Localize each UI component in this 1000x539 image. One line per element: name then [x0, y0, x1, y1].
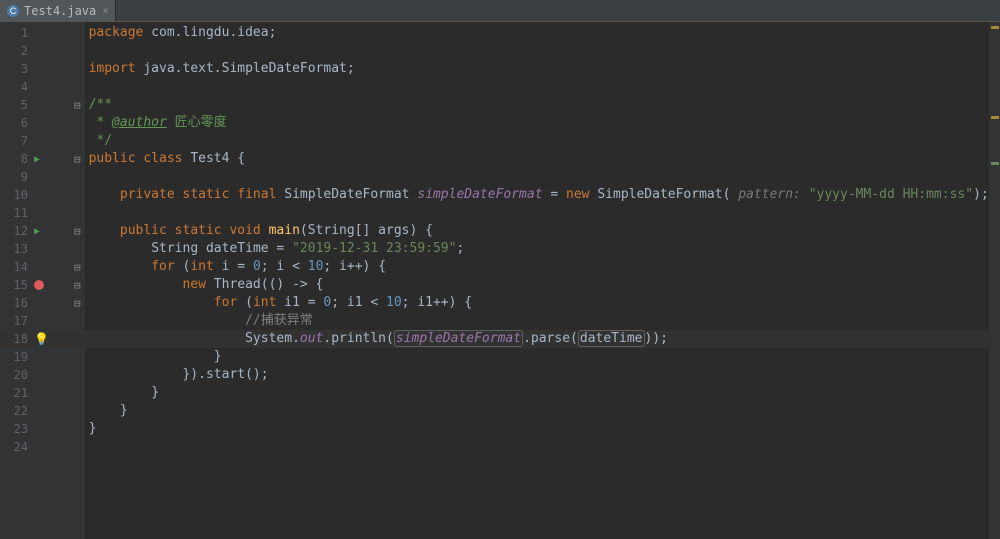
tab-bar: C Test4.java × — [0, 0, 1000, 22]
line-number: 16 — [0, 296, 28, 310]
line-number: 20 — [0, 368, 28, 382]
line-number: 15 — [0, 278, 28, 292]
code-line — [85, 42, 989, 60]
close-icon[interactable]: × — [102, 4, 109, 17]
code-editor[interactable]: 1 2 3 4 5 ⊟ 6 7 8 ▶ ⊟ 9 10 11 12 ▶ ⊟ 13 14 ⊟ 1… — [0, 22, 1000, 539]
code-area[interactable]: package com.lingdu.idea; import java.tex… — [85, 22, 989, 539]
line-number: 22 — [0, 404, 28, 418]
stripe-warning-icon[interactable] — [991, 26, 999, 29]
fold-icon[interactable]: ⊟ — [74, 225, 81, 238]
line-number: 1 — [0, 26, 28, 40]
code-line-highlighted: System.out.println(simpleDateFormat.pars… — [85, 330, 989, 348]
breakpoint-icon[interactable] — [34, 280, 44, 290]
code-line — [85, 204, 989, 222]
fold-icon[interactable]: ⊟ — [74, 279, 81, 292]
line-number: 8 — [0, 152, 28, 166]
class-icon: C — [6, 4, 20, 18]
line-number: 4 — [0, 80, 28, 94]
code-line: package com.lingdu.idea; — [85, 24, 989, 42]
fold-icon[interactable]: ⊟ — [74, 153, 81, 166]
code-line: //捕获异常 — [85, 312, 989, 330]
line-number: 7 — [0, 134, 28, 148]
code-line — [85, 168, 989, 186]
fold-icon[interactable]: ⊟ — [74, 261, 81, 274]
code-line: } — [85, 384, 989, 402]
line-number: 17 — [0, 314, 28, 328]
code-line: public static void main(String[] args) { — [85, 222, 989, 240]
line-number: 23 — [0, 422, 28, 436]
line-number: 11 — [0, 206, 28, 220]
error-stripe[interactable] — [989, 22, 1000, 539]
line-number: 14 — [0, 260, 28, 274]
fold-icon[interactable]: ⊟ — [74, 297, 81, 310]
bulb-icon[interactable]: 💡 — [34, 332, 49, 346]
line-number: 10 — [0, 188, 28, 202]
line-number: 6 — [0, 116, 28, 130]
line-number: 3 — [0, 62, 28, 76]
code-line: } — [85, 348, 989, 366]
stripe-warning-icon[interactable] — [991, 116, 999, 119]
code-line: }).start(); — [85, 366, 989, 384]
code-line: */ — [85, 132, 989, 150]
line-number: 21 — [0, 386, 28, 400]
gutter: 1 2 3 4 5 ⊟ 6 7 8 ▶ ⊟ 9 10 11 12 ▶ ⊟ 13 14 ⊟ 1… — [0, 22, 85, 539]
code-line: public class Test4 { — [85, 150, 989, 168]
line-number: 9 — [0, 170, 28, 184]
code-line: } — [85, 420, 989, 438]
tab-filename: Test4.java — [24, 4, 96, 18]
code-line: for (int i1 = 0; i1 < 10; i1++) { — [85, 294, 989, 312]
stripe-ok-icon[interactable] — [991, 162, 999, 165]
code-line: private static final SimpleDateFormat si… — [85, 186, 989, 204]
fold-icon[interactable]: ⊟ — [74, 99, 81, 112]
line-number: 13 — [0, 242, 28, 256]
editor-tab[interactable]: C Test4.java × — [0, 0, 116, 21]
code-line: /** — [85, 96, 989, 114]
run-icon[interactable]: ▶ — [34, 226, 40, 237]
code-line — [85, 78, 989, 96]
svg-text:C: C — [10, 6, 17, 16]
line-number: 24 — [0, 440, 28, 454]
line-number: 2 — [0, 44, 28, 58]
code-line: String dateTime = "2019-12-31 23:59:59"; — [85, 240, 989, 258]
line-number: 18 — [0, 332, 28, 346]
code-line: import java.text.SimpleDateFormat; — [85, 60, 989, 78]
code-line: for (int i = 0; i < 10; i++) { — [85, 258, 989, 276]
run-icon[interactable]: ▶ — [34, 154, 40, 165]
line-number: 19 — [0, 350, 28, 364]
code-line: new Thread(() -> { — [85, 276, 989, 294]
line-number: 5 — [0, 98, 28, 112]
line-number: 12 — [0, 224, 28, 238]
code-line: } — [85, 402, 989, 420]
code-line: * @author 匠心零度 — [85, 114, 989, 132]
code-line — [85, 438, 989, 456]
